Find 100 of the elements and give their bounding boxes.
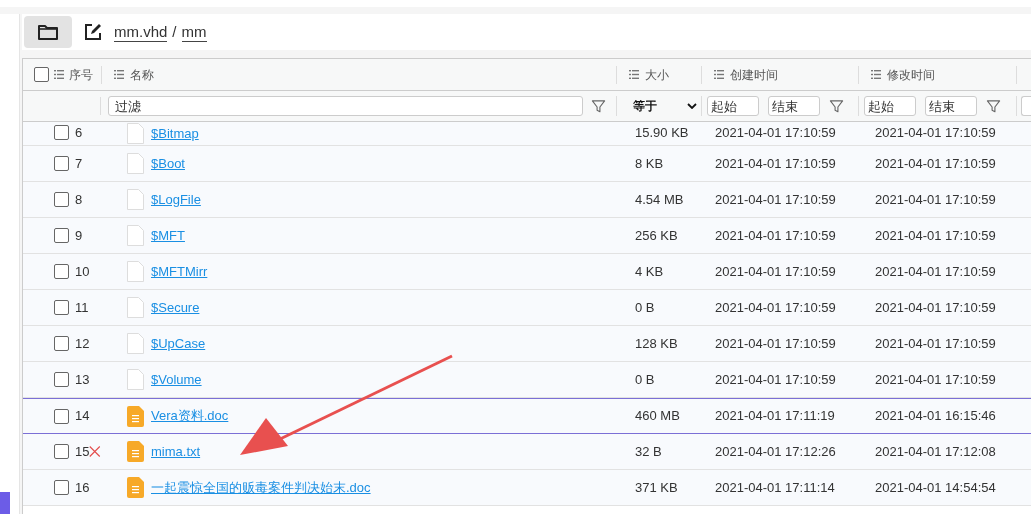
modified-time: 2021-04-01 17:10:59 — [875, 263, 996, 279]
file-size: 15.90 KB — [635, 125, 689, 140]
file-size: 8 KB — [635, 155, 664, 171]
row-checkbox[interactable] — [54, 372, 69, 387]
blank-file-icon — [127, 225, 144, 246]
folder-icon — [38, 24, 58, 40]
created-time: 2021-04-01 17:10:59 — [715, 227, 836, 243]
modified-time: 2021-04-01 17:10:59 — [875, 155, 996, 171]
created-time: 2021-04-01 17:10:59 — [715, 371, 836, 387]
modified-time: 2021-04-01 17:10:59 — [875, 299, 996, 315]
row-number: 7 — [75, 154, 83, 173]
row-checkbox[interactable] — [54, 228, 69, 243]
row-number: 14 — [75, 407, 90, 426]
edit-icon — [84, 23, 102, 41]
created-time: 2021-04-01 17:10:59 — [715, 125, 836, 140]
row-number: 12 — [75, 334, 90, 353]
table-row[interactable]: 7 $Boot 8 KB 2021-04-01 17:10:59 2021-04-01 17:10:59 — [23, 146, 1031, 182]
column-header[interactable]: 名称 — [130, 65, 154, 84]
select-all-checkbox[interactable] — [34, 67, 49, 82]
folder-button[interactable] — [24, 16, 72, 48]
file-size: 4.54 MB — [635, 191, 684, 207]
row-checkbox[interactable] — [54, 300, 69, 315]
row-number: 16 — [75, 478, 90, 497]
created-time: 2021-04-01 17:10:59 — [715, 335, 836, 351]
list-icon — [54, 70, 64, 79]
row-number: 6 — [75, 124, 83, 142]
blank-file-icon — [127, 333, 144, 354]
table-row[interactable]: 9 $MFT 256 KB 2021-04-01 17:10:59 2021-04-01 17:10:59 — [23, 218, 1031, 254]
breadcrumb-link[interactable]: mm.vhd — [114, 22, 168, 42]
table-row[interactable]: 11 $Secure 0 B 2021-04-01 17:10:59 2021-04-01 17:10:59 — [23, 290, 1031, 326]
table-row[interactable]: 15 mima.txt 32 B 2021-04-01 17:12:26 2021-04-01 17:12:08 — [23, 434, 1031, 470]
file-size: 460 MB — [635, 408, 680, 424]
file-size: 371 KB — [635, 479, 678, 495]
row-number: 9 — [75, 226, 83, 245]
size-filter-select[interactable]: 等于 — [633, 97, 697, 115]
start-date-field[interactable]: 起始 — [864, 96, 916, 116]
table-row[interactable]: 10 $MFTMirr 4 KB 2021-04-01 17:10:59 2021-04-01 17:10:59 — [23, 254, 1031, 290]
table-row[interactable]: 13 $Volume 0 B 2021-04-01 17:10:59 2021-04-01 17:10:59 — [23, 362, 1031, 398]
row-checkbox[interactable] — [54, 156, 69, 171]
table-row[interactable]: 12 $UpCase 128 KB 2021-04-01 17:10:59 2021-04-01 17:10:59 — [23, 326, 1031, 362]
modified-time: 2021-04-01 17:10:59 — [875, 191, 996, 207]
created-time: 2021-04-01 17:10:59 — [715, 299, 836, 315]
breadcrumb-link[interactable]: mm — [181, 22, 207, 42]
edit-button[interactable] — [82, 21, 104, 43]
table-row[interactable]: 8 $LogFile 4.54 MB 2021-04-01 17:10:59 2021-04-01 17:10:59 — [23, 182, 1031, 218]
row-checkbox[interactable] — [54, 125, 69, 141]
created-time: 2021-04-01 17:10:59 — [715, 263, 836, 279]
row-checkbox[interactable] — [54, 192, 69, 207]
row-checkbox[interactable] — [54, 336, 69, 351]
row-number: 11 — [75, 298, 89, 317]
row-checkbox[interactable] — [54, 480, 69, 495]
end-date-field[interactable]: 结束 — [768, 96, 820, 116]
table-row[interactable]: 14 Vera资料.doc 460 MB 2021-04-01 17:11:19 2021-04-01 16:15:46 — [23, 398, 1031, 434]
blank-file-icon — [127, 153, 144, 174]
table-row[interactable]: 6 $Bitmap 15.90 KB 2021-04-01 17:10:59 2021-04-01 17:10:59 — [23, 122, 1031, 146]
document-icon — [127, 477, 144, 498]
blank-file-icon — [127, 297, 144, 318]
filter-icon[interactable] — [591, 98, 606, 114]
modified-time: 2021-04-01 17:10:59 — [875, 227, 996, 243]
end-date-field[interactable]: 结束 — [925, 96, 977, 116]
row-number: 8 — [75, 190, 83, 209]
filter-icon[interactable] — [829, 98, 844, 114]
column-header[interactable]: 修改时间 — [887, 65, 935, 84]
list-icon — [114, 70, 124, 79]
chevron-down-icon — [687, 103, 697, 109]
modified-time: 2021-04-01 17:12:08 — [875, 443, 996, 459]
path-separator: / — [172, 21, 177, 42]
modified-time: 2021-04-01 16:15:46 — [875, 408, 996, 424]
list-icon — [871, 70, 881, 79]
document-icon — [127, 441, 144, 462]
created-time: 2021-04-01 17:10:59 — [715, 155, 836, 171]
modified-time: 2021-04-01 14:54:54 — [875, 479, 996, 495]
column-header[interactable]: 序号 — [69, 65, 93, 84]
blank-file-icon — [127, 369, 144, 390]
name-filter-field[interactable]: 过滤 — [108, 96, 583, 116]
file-size: 256 KB — [635, 227, 678, 243]
modified-time: 2021-04-01 17:10:59 — [875, 125, 996, 140]
start-date-field[interactable]: 起始 — [707, 96, 759, 116]
column-header[interactable]: 大小 — [645, 65, 669, 84]
column-header[interactable]: 创建时间 — [730, 65, 778, 84]
file-size: 0 B — [635, 299, 655, 315]
created-time: 2021-04-01 17:11:14 — [715, 479, 835, 495]
row-number: 13 — [75, 370, 90, 389]
modified-time: 2021-04-01 17:10:59 — [875, 335, 996, 351]
filter-field[interactable] — [1021, 96, 1031, 116]
file-size: 128 KB — [635, 335, 678, 351]
blank-file-icon — [127, 261, 144, 282]
row-checkbox[interactable] — [54, 264, 69, 279]
file-size: 4 KB — [635, 263, 664, 279]
filter-icon[interactable] — [986, 98, 1001, 114]
row-number: 10 — [75, 262, 90, 281]
document-icon — [127, 405, 144, 427]
list-icon — [629, 70, 639, 79]
file-size: 32 B — [635, 443, 662, 459]
row-checkbox[interactable] — [54, 408, 69, 424]
file-size: 0 B — [635, 371, 655, 387]
modified-time: 2021-04-01 17:10:59 — [875, 371, 996, 387]
row-number: 15 — [75, 442, 90, 461]
row-checkbox[interactable] — [54, 444, 69, 459]
table-row[interactable]: 16 一起震惊全国的贩毒案件判决始末.doc 371 KB 2021-04-01 17:11:14 2021-04-01 14:54:54 — [23, 470, 1031, 506]
